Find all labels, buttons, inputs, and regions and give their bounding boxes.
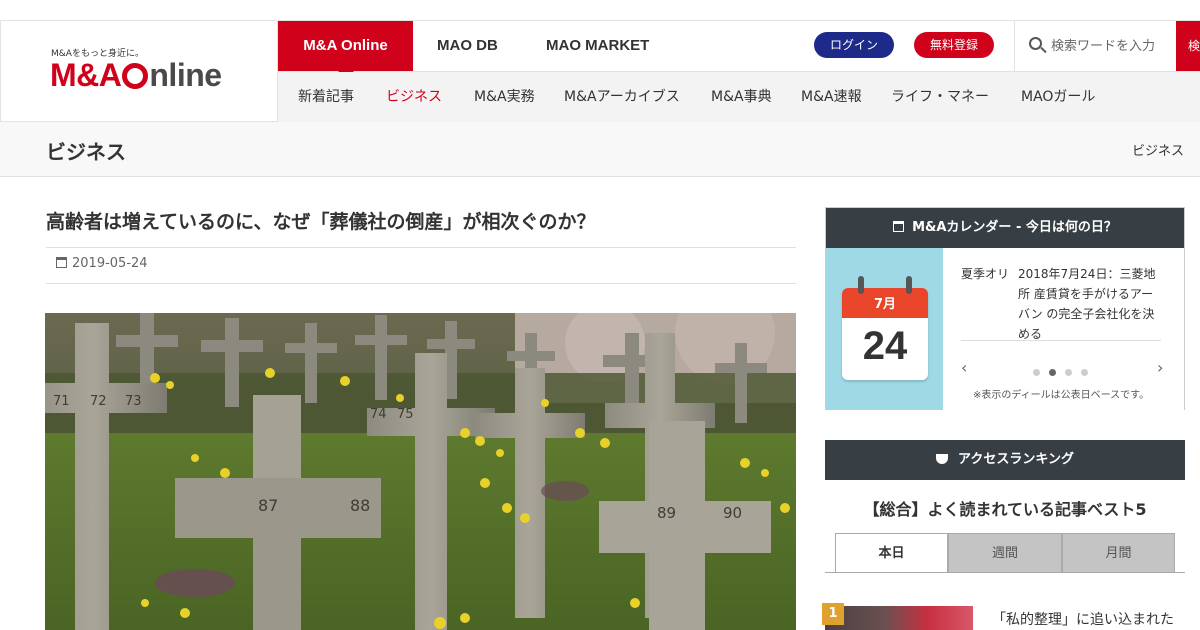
calendar-ring <box>906 276 912 294</box>
nav-item-life-money[interactable]: ライフ・マネー <box>891 72 989 122</box>
tab-mao-market[interactable]: MAO MARKET <box>546 21 649 71</box>
deal-text[interactable]: 2018年7月24日：三菱地所 産賃貸を手がけるアーバン の完全子会社化を決める <box>1018 264 1163 344</box>
carousel-dot[interactable] <box>1033 369 1040 376</box>
logo-wordmark: M&A nline <box>50 57 222 93</box>
cross-number: 73 <box>125 394 142 409</box>
divider <box>46 283 796 284</box>
search-icon <box>1029 37 1042 50</box>
category-bar: ビジネス ビジネス <box>0 122 1200 177</box>
article-date-text: 2019-05-24 <box>72 256 148 271</box>
ranking-tab-today[interactable]: 本日 <box>835 533 948 573</box>
calendar-page-icon: 7月 24 <box>842 288 928 380</box>
rank-badge: 1 <box>822 603 844 625</box>
cross-number: 90 <box>723 504 742 522</box>
ranking-header: アクセスランキング <box>825 440 1185 480</box>
site-logo[interactable]: M&Aをもっと身近に。 M&A nline <box>0 21 278 122</box>
divider <box>825 572 1185 573</box>
top-gap <box>0 0 1200 20</box>
nav-item-mao-girl[interactable]: MAOガール <box>1021 72 1095 122</box>
ma-calendar-widget: M&Aカレンダー - 今日は何の日？ 7月 24 夏季オリ 五輪）が 2018年… <box>825 207 1185 410</box>
nav-item-ma-dictionary[interactable]: M&A事典 <box>711 72 772 122</box>
logo-o-ring <box>122 63 149 89</box>
nav-item-ma-archives[interactable]: M&Aアーカイブス <box>564 72 680 122</box>
search-input[interactable] <box>1051 35 1175 57</box>
nav-item-new-articles[interactable]: 新着記事 <box>298 72 354 122</box>
top-nav: M&A Online MAO DB MAO MARKET ログイン 無料登録 検… <box>278 21 1200 79</box>
ranking-item-title[interactable]: 「私的整理」に追い込まれた <box>992 609 1187 629</box>
login-button[interactable]: ログイン <box>814 32 894 58</box>
calendar-icon <box>56 257 67 268</box>
ranking-tabs: 本日 週間 月間 <box>835 533 1175 573</box>
cross-number: 72 <box>90 394 107 409</box>
tab-mao-db[interactable]: MAO DB <box>437 21 498 71</box>
cross-number: 89 <box>657 504 676 522</box>
article-title: 高齢者は増えているのに、なぜ「葬儀社の倒産」が相次ぐのか？ <box>46 211 596 233</box>
search-button[interactable]: 検索 <box>1176 21 1200 71</box>
cross-number: 74 <box>370 407 387 422</box>
calendar-note: ※表示のディールは公表日ベースです。 <box>973 390 1150 401</box>
calendar-widget-header: M&Aカレンダー - 今日は何の日？ <box>826 208 1184 248</box>
search-box <box>1014 21 1176 71</box>
carousel-dot[interactable] <box>1065 369 1072 376</box>
carousel-dot[interactable] <box>1081 369 1088 376</box>
register-button[interactable]: 無料登録 <box>914 32 994 58</box>
breadcrumb[interactable]: ビジネス <box>1132 140 1184 159</box>
carousel-dots <box>1033 361 1097 380</box>
ranking-tab-weekly[interactable]: 週間 <box>948 533 1062 573</box>
divider <box>961 340 1161 341</box>
site-header: M&Aをもっと身近に。 M&A nline M&A Online MAO DB M… <box>0 20 1200 122</box>
nav-item-business[interactable]: ビジネス <box>386 72 442 122</box>
cross-number: 71 <box>53 394 70 409</box>
carousel-dot[interactable] <box>1049 369 1056 376</box>
carousel-prev-arrow[interactable]: ‹ <box>961 358 967 377</box>
deal-fragment[interactable]: 夏季オリ 五輪）が <box>961 264 1011 284</box>
deal-carousel: 夏季オリ 五輪）が 2018年7月24日：三菱地所 産賃貸を手がけるアーバン の… <box>943 248 1184 410</box>
carousel-next-arrow[interactable]: › <box>1157 358 1163 377</box>
cross-number: 75 <box>397 407 414 422</box>
divider <box>46 247 796 248</box>
calendar-icon <box>893 221 905 232</box>
article-date: 2019-05-24 <box>56 256 148 271</box>
ranking-item-thumbnail[interactable] <box>825 606 973 630</box>
calendar-month: 7月 <box>842 288 928 318</box>
ranking-title: 【総合】よく読まれている記事ベスト5 <box>863 500 1147 519</box>
calendar-ring <box>858 276 864 294</box>
nav-item-ma-news[interactable]: M&A速報 <box>801 72 862 122</box>
trophy-icon <box>936 454 949 464</box>
ranking-tab-monthly[interactable]: 月間 <box>1062 533 1175 573</box>
category-nav: 新着記事 ビジネス M&A実務 M&Aアーカイブス M&A事典 M&A速報 ライ… <box>278 72 1200 122</box>
cross-number: 88 <box>350 496 370 515</box>
calendar-date-panel: 7月 24 <box>826 248 943 410</box>
article-hero-image: 71 72 73 74 75 87 88 89 90 <box>45 313 796 630</box>
category-title: ビジネス <box>46 140 126 164</box>
tab-ma-online[interactable]: M&A Online <box>278 21 413 79</box>
nav-item-ma-practice[interactable]: M&A実務 <box>474 72 535 122</box>
cross-number: 87 <box>258 496 278 515</box>
calendar-day: 24 <box>862 324 908 368</box>
